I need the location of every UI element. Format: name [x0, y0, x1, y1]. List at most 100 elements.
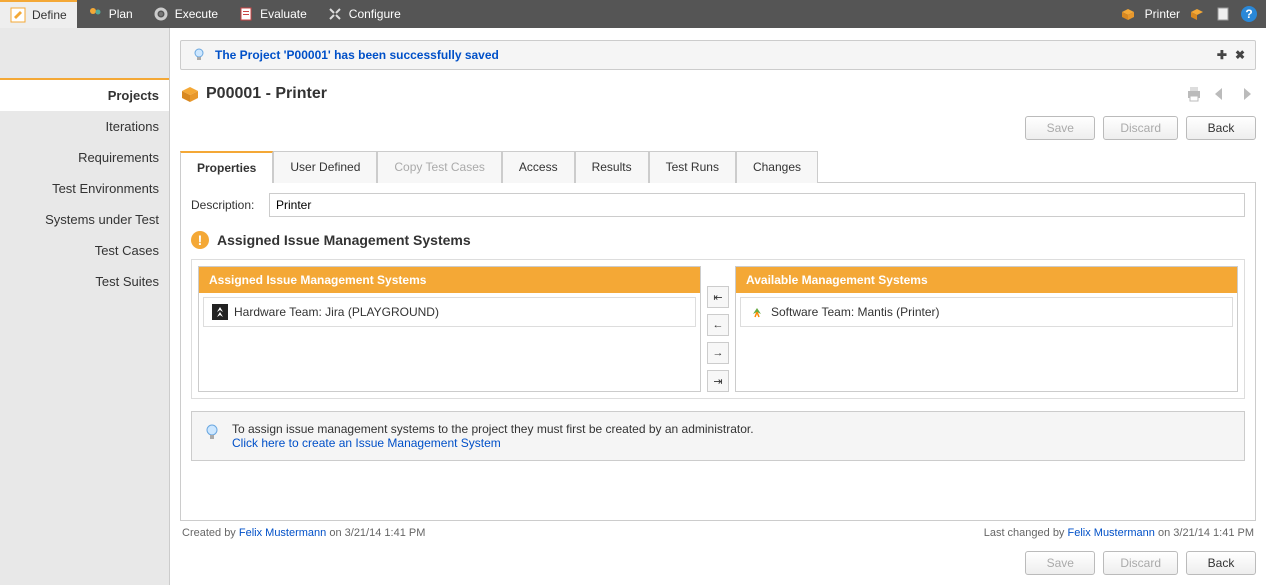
- tab-results[interactable]: Results: [575, 151, 649, 183]
- tab-label: Changes: [753, 160, 801, 174]
- back-button[interactable]: Back: [1186, 116, 1256, 140]
- sidebar-item-label: Test Environments: [52, 181, 159, 196]
- bottom-button-row: Save Discard Back: [180, 545, 1256, 585]
- topbar-tab-label: Evaluate: [260, 7, 307, 21]
- tab-changes[interactable]: Changes: [736, 151, 818, 183]
- box-icon: [180, 84, 200, 104]
- move-left-button[interactable]: ←: [707, 314, 729, 336]
- box-small-icon[interactable]: [1188, 5, 1206, 23]
- page-icon[interactable]: [1214, 5, 1232, 23]
- topbar-tab-label: Configure: [349, 7, 401, 21]
- tab-copy-test-cases[interactable]: Copy Test Cases: [377, 151, 502, 183]
- notification-message: The Project 'P00001' has been successful…: [215, 48, 499, 62]
- top-toolbar: Define Plan Execute Evaluate Configure P…: [0, 0, 1266, 28]
- sidebar-item-test-cases[interactable]: Test Cases: [0, 235, 169, 266]
- print-icon[interactable]: [1184, 84, 1204, 104]
- sidebar-item-iterations[interactable]: Iterations: [0, 111, 169, 142]
- tab-label: Access: [519, 160, 558, 174]
- topbar-right: Printer ?: [1111, 0, 1266, 28]
- tab-label: User Defined: [290, 160, 360, 174]
- top-button-row: Save Discard Back: [180, 110, 1256, 150]
- help-icon[interactable]: ?: [1240, 5, 1258, 23]
- notification-close[interactable]: ✖: [1235, 48, 1245, 62]
- tab-bar: Properties User Defined Copy Test Cases …: [180, 150, 1256, 183]
- notification-bar: The Project 'P00001' has been successful…: [180, 40, 1256, 70]
- available-panel-header: Available Management Systems: [736, 267, 1237, 293]
- lightbulb-icon: [202, 422, 222, 442]
- pencil-icon: [10, 7, 26, 23]
- tab-label: Test Runs: [666, 160, 719, 174]
- save-button[interactable]: Save: [1025, 116, 1095, 140]
- topbar-tab-label: Execute: [175, 7, 218, 21]
- description-label: Description:: [191, 198, 261, 212]
- available-item[interactable]: Software Team: Mantis (Printer): [740, 297, 1233, 327]
- assigned-panel-header: Assigned Issue Management Systems: [199, 267, 700, 293]
- tab-access[interactable]: Access: [502, 151, 575, 183]
- description-field: Description:: [191, 193, 1245, 217]
- topbar-tab-plan[interactable]: Plan: [77, 0, 143, 28]
- tab-test-runs[interactable]: Test Runs: [649, 151, 736, 183]
- tab-label: Results: [592, 160, 632, 174]
- sidebar-item-projects[interactable]: Projects: [0, 78, 169, 111]
- people-icon: [87, 6, 103, 22]
- sidebar-item-label: Systems under Test: [45, 212, 159, 227]
- section-title: ! Assigned Issue Management Systems: [191, 231, 1245, 249]
- description-input[interactable]: [269, 193, 1245, 217]
- save-button-bottom[interactable]: Save: [1025, 551, 1095, 575]
- sidebar-item-test-suites[interactable]: Test Suites: [0, 266, 169, 297]
- box-icon: [1119, 5, 1137, 23]
- tab-properties[interactable]: Properties: [180, 151, 273, 183]
- tools-icon: [327, 6, 343, 22]
- changed-by: Last changed by Felix Mustermann on 3/21…: [984, 527, 1254, 539]
- created-user-link[interactable]: Felix Mustermann: [239, 527, 326, 539]
- sidebar: Projects Iterations Requirements Test En…: [0, 28, 170, 585]
- tab-label: Properties: [197, 161, 256, 175]
- sidebar-item-label: Iterations: [106, 119, 159, 134]
- notification-expand[interactable]: ✚: [1217, 48, 1227, 62]
- back-button-bottom[interactable]: Back: [1186, 551, 1256, 575]
- available-panel: Available Management Systems Software Te…: [735, 266, 1238, 392]
- footer-meta: Created by Felix Mustermann on 3/21/14 1…: [180, 521, 1256, 545]
- gear-icon: [153, 6, 169, 22]
- dual-list-panel: Assigned Issue Management Systems Hardwa…: [191, 259, 1245, 399]
- breadcrumb-label[interactable]: Printer: [1145, 7, 1180, 21]
- move-all-left-button[interactable]: ⇤: [707, 286, 729, 308]
- sidebar-item-requirements[interactable]: Requirements: [0, 142, 169, 173]
- svg-text:?: ?: [1245, 7, 1252, 21]
- arrow-left-icon[interactable]: [1210, 84, 1230, 104]
- section-title-text: Assigned Issue Management Systems: [217, 232, 471, 248]
- move-right-button[interactable]: →: [707, 342, 729, 364]
- info-text: To assign issue management systems to th…: [232, 422, 754, 436]
- main-content: The Project 'P00001' has been successful…: [170, 28, 1266, 585]
- assigned-item[interactable]: Hardware Team: Jira (PLAYGROUND): [203, 297, 696, 327]
- tab-user-defined[interactable]: User Defined: [273, 151, 377, 183]
- info-link[interactable]: Click here to create an Issue Management…: [232, 436, 754, 450]
- topbar-tab-evaluate[interactable]: Evaluate: [228, 0, 317, 28]
- sidebar-item-label: Test Cases: [95, 243, 159, 258]
- lightbulb-icon: [191, 47, 207, 63]
- sidebar-item-label: Requirements: [78, 150, 159, 165]
- available-item-text: Software Team: Mantis (Printer): [771, 305, 940, 319]
- topbar-tab-define[interactable]: Define: [0, 0, 77, 28]
- arrow-right-icon[interactable]: [1236, 84, 1256, 104]
- topbar-tab-label: Define: [32, 8, 67, 22]
- tab-content: Description: ! Assigned Issue Management…: [180, 183, 1256, 521]
- assigned-panel: Assigned Issue Management Systems Hardwa…: [198, 266, 701, 392]
- move-all-right-button[interactable]: ⇥: [707, 370, 729, 392]
- clipboard-icon: [238, 6, 254, 22]
- discard-button-bottom[interactable]: Discard: [1103, 551, 1178, 575]
- created-by: Created by Felix Mustermann on 3/21/14 1…: [182, 527, 425, 539]
- changed-user-link[interactable]: Felix Mustermann: [1068, 527, 1155, 539]
- mantis-icon: [749, 304, 765, 320]
- page-title: P00001 - Printer: [206, 85, 327, 103]
- sidebar-item-systems-under-test[interactable]: Systems under Test: [0, 204, 169, 235]
- topbar-tab-label: Plan: [109, 7, 133, 21]
- assigned-item-text: Hardware Team: Jira (PLAYGROUND): [234, 305, 439, 319]
- discard-button[interactable]: Discard: [1103, 116, 1178, 140]
- info-box: To assign issue management systems to th…: [191, 411, 1245, 461]
- sidebar-item-label: Projects: [108, 88, 159, 103]
- sidebar-item-label: Test Suites: [95, 274, 159, 289]
- topbar-tab-execute[interactable]: Execute: [143, 0, 228, 28]
- topbar-tab-configure[interactable]: Configure: [317, 0, 411, 28]
- sidebar-item-test-environments[interactable]: Test Environments: [0, 173, 169, 204]
